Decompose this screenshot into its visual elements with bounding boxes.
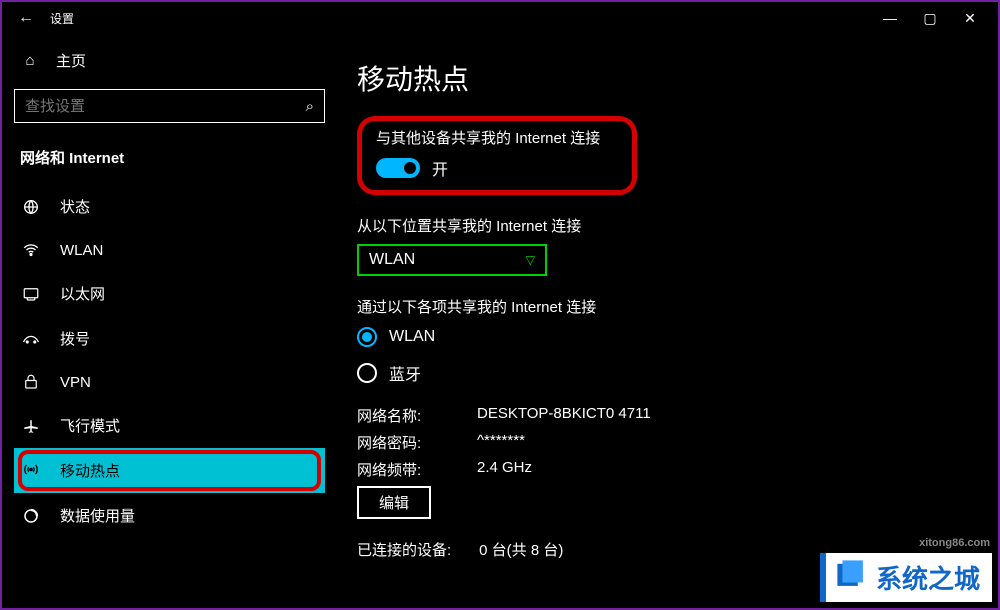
radio-label: WLAN — [389, 328, 435, 346]
maximize-button[interactable]: ▢ — [910, 10, 950, 27]
minimize-button[interactable]: — — [870, 10, 910, 26]
share-via-label: 通过以下各项共享我的 Internet 连接 — [357, 296, 978, 317]
sidebar-item-wlan[interactable]: WLAN — [14, 229, 325, 271]
radio-bluetooth[interactable]: 蓝牙 — [357, 361, 978, 385]
main-content: 移动热点 与其他设备共享我的 Internet 连接 开 从以下位置共享我的 I… — [337, 34, 998, 608]
back-button[interactable]: ← — [10, 9, 42, 27]
net-pwd-label: 网络密码: — [357, 432, 477, 453]
title-bar: ← 设置 — ▢ ✕ — [2, 2, 998, 34]
chevron-down-icon: ▽ — [526, 253, 535, 267]
watermark-text: 系统之城 — [876, 559, 980, 596]
home-label: 主页 — [56, 50, 86, 71]
devices-value: 0 台(共 8 台) — [479, 539, 563, 560]
net-name-label: 网络名称: — [357, 405, 477, 426]
status-icon — [20, 198, 42, 216]
home-icon: ⌂ — [20, 52, 40, 69]
close-button[interactable]: ✕ — [950, 10, 990, 27]
radio-wlan[interactable]: WLAN — [357, 327, 978, 347]
sidebar-item-datausage[interactable]: 数据使用量 — [14, 493, 325, 538]
ethernet-icon — [20, 285, 42, 303]
sidebar: ⌂ 主页 ⌕ 网络和 Internet 状态 WLAN — [2, 34, 337, 608]
sidebar-item-status[interactable]: 状态 — [14, 184, 325, 229]
watermark-logo-icon — [834, 557, 868, 591]
sidebar-item-label: 拨号 — [60, 328, 90, 349]
share-from-dropdown[interactable]: WLAN ▽ — [357, 244, 547, 276]
sidebar-item-label: WLAN — [60, 242, 103, 259]
section-title: 网络和 Internet — [14, 143, 325, 180]
search-box[interactable]: ⌕ — [14, 89, 325, 123]
hotspot-icon — [20, 462, 42, 480]
sidebar-item-label: 飞行模式 — [60, 415, 120, 436]
share-via-section: 通过以下各项共享我的 Internet 连接 WLAN 蓝牙 — [357, 296, 978, 385]
sidebar-item-label: 移动热点 — [60, 460, 120, 481]
nav-list: 状态 WLAN 以太网 拨号 — [14, 184, 325, 538]
dialup-icon — [20, 332, 42, 346]
sidebar-item-hotspot[interactable]: 移动热点 — [14, 448, 325, 493]
vpn-icon — [20, 373, 42, 391]
toggle-track[interactable] — [376, 158, 420, 178]
net-pwd-value: ^******* — [477, 432, 978, 453]
radio-label: 蓝牙 — [389, 361, 421, 385]
dropdown-value: WLAN — [369, 251, 415, 269]
sidebar-item-label: 以太网 — [60, 283, 105, 304]
share-toggle-section: 与其他设备共享我的 Internet 连接 开 — [357, 116, 637, 195]
share-toggle[interactable]: 开 — [376, 156, 618, 180]
sidebar-item-airplane[interactable]: 飞行模式 — [14, 403, 325, 448]
edit-button[interactable]: 编辑 — [357, 486, 431, 519]
sidebar-item-label: 状态 — [60, 196, 90, 217]
radio-icon — [357, 363, 377, 383]
home-link[interactable]: ⌂ 主页 — [14, 42, 325, 85]
watermark-url: xitong86.com — [919, 537, 990, 549]
share-label: 与其他设备共享我的 Internet 连接 — [376, 127, 618, 148]
sidebar-item-ethernet[interactable]: 以太网 — [14, 271, 325, 316]
sidebar-item-dialup[interactable]: 拨号 — [14, 316, 325, 361]
devices-label: 已连接的设备: — [357, 539, 451, 560]
net-band-value: 2.4 GHz — [477, 459, 978, 480]
share-from-section: 从以下位置共享我的 Internet 连接 WLAN ▽ — [357, 215, 978, 276]
sidebar-item-vpn[interactable]: VPN — [14, 361, 325, 403]
datausage-icon — [20, 507, 42, 525]
sidebar-item-label: VPN — [60, 374, 91, 391]
airplane-icon — [20, 417, 42, 435]
share-from-label: 从以下位置共享我的 Internet 连接 — [357, 215, 978, 236]
search-input[interactable] — [25, 98, 306, 115]
radio-icon — [357, 327, 377, 347]
search-icon: ⌕ — [306, 98, 314, 115]
toggle-state-label: 开 — [432, 156, 448, 180]
app-title: 设置 — [50, 10, 74, 27]
wifi-icon — [20, 241, 42, 259]
network-info: 网络名称: DESKTOP-8BKICT0 4711 网络密码: ^******… — [357, 405, 978, 519]
page-title: 移动热点 — [357, 58, 978, 98]
net-band-label: 网络频带: — [357, 459, 477, 480]
net-name-value: DESKTOP-8BKICT0 4711 — [477, 405, 978, 426]
sidebar-item-label: 数据使用量 — [60, 505, 135, 526]
watermark: xitong86.com 系统之城 — [820, 553, 992, 602]
